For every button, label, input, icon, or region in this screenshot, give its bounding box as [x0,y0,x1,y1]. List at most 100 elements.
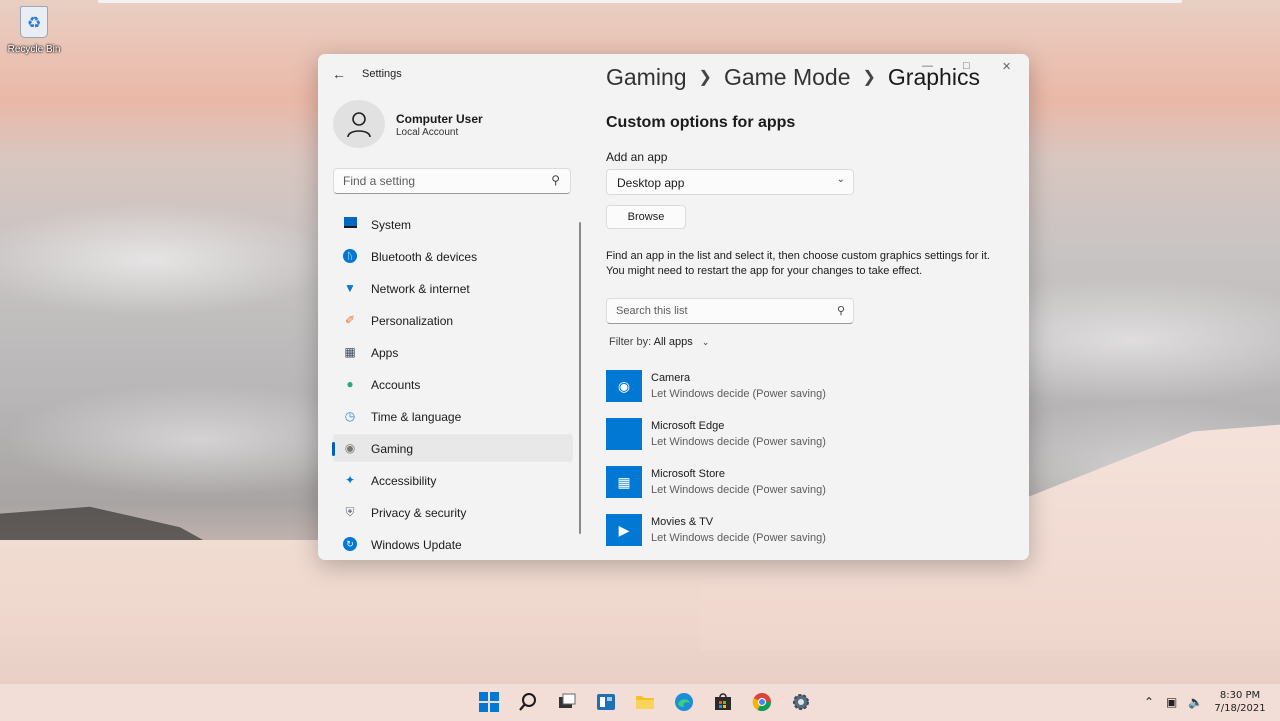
close-icon[interactable]: ✕ [1002,60,1011,73]
update-icon: ↻ [343,537,357,551]
app-setting: Let Windows decide (Power saving) [651,388,826,400]
account-type: Local Account [396,127,459,138]
list-item[interactable]: ▦ Microsoft Store Let Windows decide (Po… [606,466,966,514]
camera-icon: ◉ [606,370,642,402]
file-explorer-icon[interactable] [633,690,657,714]
sidebar-item-personalization[interactable]: ✐ Personalization [333,306,573,334]
store-icon[interactable] [711,690,735,714]
user-icon [347,112,371,138]
sidebar-item-accessibility[interactable]: ✦ Accessibility [333,466,573,494]
chrome-icon[interactable] [750,690,774,714]
chevron-down-icon: ⌄ [701,337,710,347]
sidebar-item-gaming[interactable]: ◉ Gaming [332,434,573,462]
app-list: ◉ Camera Let Windows decide (Power savin… [606,370,966,560]
monitor-icon [343,217,357,231]
settings-search-input[interactable]: Find a setting ⚲ [333,168,571,194]
sidebar-item-bluetooth[interactable]: ᚢ Bluetooth & devices [333,242,573,270]
network-icon[interactable]: ▣ [1166,695,1177,709]
sidebar-item-label: Bluetooth & devices [371,250,478,264]
clock-time: 8:30 PM [1219,690,1261,701]
sidebar-item-label: Apps [371,346,399,360]
sidebar-item-apps[interactable]: ▦ Apps [333,338,573,366]
app-name: Movies & TV [651,516,714,528]
app-title: Settings [362,68,402,80]
widgets-icon[interactable] [594,690,618,714]
sidebar-item-time-language[interactable]: ◷ Time & language [333,402,573,430]
search-placeholder: Find a setting [343,174,416,188]
list-item[interactable]: ◉ Camera Let Windows decide (Power savin… [606,370,966,418]
app-name: Microsoft Store [651,468,725,480]
sidebar-scrollbar[interactable] [579,222,581,534]
edge-icon[interactable] [672,690,696,714]
edge-icon [606,418,642,450]
list-item[interactable]: Microsoft Edge Let Windows decide (Power… [606,418,966,466]
description-text: Find an app in the list and select it, t… [606,250,990,277]
sidebar-item-label: Accounts [371,378,421,392]
volume-icon[interactable]: 🔈 [1188,695,1203,709]
list-search-placeholder: Search this list [616,305,688,317]
globe-clock-icon: ◷ [344,409,356,423]
sidebar-item-accounts[interactable]: ● Accounts [333,370,573,398]
sidebar-item-label: Accessibility [371,474,437,488]
start-icon[interactable] [477,690,501,714]
clock[interactable]: 8:30 PM 7/18/2021 [1212,689,1268,715]
sidebar-item-network[interactable]: ▼ Network & internet [333,274,573,302]
shield-icon: ⛨ [345,505,355,519]
browse-button[interactable]: Browse [606,205,686,229]
sidebar-item-label: Personalization [371,314,454,328]
chevron-right-icon: ❯ [862,69,876,86]
recycle-bin-desktop-icon[interactable]: ♻ Recycle Bin [4,6,64,62]
active-indicator [332,442,335,456]
list-search-input[interactable]: Search this list ⚲ [606,298,854,324]
sidebar-nav: System ᚢ Bluetooth & devices ▼ Network &… [332,210,573,560]
breadcrumb-game-mode[interactable]: Game Mode [724,64,851,90]
app-setting: Let Windows decide (Power saving) [651,436,826,448]
sidebar-item-label: Privacy & security [371,506,467,520]
brush-icon: ✐ [344,313,356,327]
add-app-label: Add an app [606,150,668,164]
sidebar-item-label: Gaming [371,442,414,456]
app-name: Camera [651,372,691,384]
search-icon: ⚲ [551,173,560,187]
recycle-bin-icon: ♻ [20,6,48,38]
arrow-left-icon: ← [332,66,346,82]
breadcrumb-gaming[interactable]: Gaming [606,64,687,90]
search-icon: ⚲ [836,305,845,317]
bluetooth-icon: ᚢ [343,249,357,263]
back-button[interactable]: ← [332,66,348,82]
filter-label: Filter by: [609,336,652,348]
settings-window: ← Settings — □ ✕ Computer User Local Acc… [318,54,1029,560]
section-heading: Custom options for apps [606,114,796,131]
chevron-right-icon: ❯ [698,69,712,86]
page-title: Graphics [887,64,980,90]
sidebar-item-label: System [371,218,412,232]
search-icon[interactable] [516,690,540,714]
task-view-icon[interactable] [555,690,579,714]
filter-dropdown[interactable]: Filter by: All apps ⌄ [609,336,709,348]
dropdown-value: Desktop app [617,176,685,190]
app-type-dropdown[interactable]: Desktop app ⌄ [606,169,854,195]
gamepad-icon: ◉ [344,441,356,455]
settings-icon[interactable] [789,690,813,714]
store-icon: ▦ [606,466,642,498]
movies-icon: ▶ [606,514,642,546]
chevron-up-icon[interactable]: ⌃ [1144,695,1154,709]
user-name: Computer User [396,112,483,126]
sidebar-item-label: Network & internet [371,282,470,296]
app-setting: Let Windows decide (Power saving) [651,484,826,496]
sidebar-item-system[interactable]: System [333,210,573,238]
sidebar-item-label: Time & language [371,410,462,424]
breadcrumb: Gaming ❯ Game Mode ❯ Graphics [606,64,980,91]
recycle-bin-label: Recycle Bin [7,44,61,55]
sidebar-item-windows-update[interactable]: ↻ Windows Update [333,530,573,558]
sidebar-item-privacy[interactable]: ⛨ Privacy & security [333,498,573,526]
taskbar: ⌃ ▣ 🔈 8:30 PM 7/18/2021 [0,683,1280,721]
person-icon: ● [346,377,354,391]
top-window-edge [98,0,1182,3]
list-item[interactable]: ▶ Movies & TV Let Windows decide (Power … [606,514,966,560]
clock-date: 7/18/2021 [1214,703,1266,714]
chevron-down-icon: ⌄ [836,174,845,185]
avatar[interactable] [333,100,385,148]
wifi-icon: ▼ [344,281,356,295]
apps-icon: ▦ [344,345,356,359]
